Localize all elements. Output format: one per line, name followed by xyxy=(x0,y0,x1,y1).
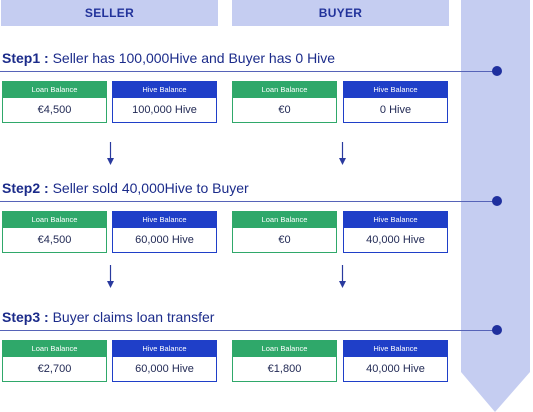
step-marker-dot xyxy=(492,325,502,335)
balance-label: Loan Balance xyxy=(2,340,107,357)
buyer-down-arrow-icon xyxy=(339,142,346,165)
balance-label: Loan Balance xyxy=(232,211,337,228)
seller-loan-balance-card: Loan Balance €4,500 xyxy=(2,211,107,253)
step-text: Buyer claims loan transfer xyxy=(48,309,215,325)
step-text: Seller sold 40,000Hive to Buyer xyxy=(48,180,249,196)
balance-label: Hive Balance xyxy=(343,211,448,228)
buyer-hive-balance-card: Hive Balance 40,000 Hive xyxy=(343,340,448,382)
buyer-hive-balance-card: Hive Balance 40,000 Hive xyxy=(343,211,448,253)
buyer-loan-balance-card: Loan Balance €0 xyxy=(232,211,337,253)
balance-label: Loan Balance xyxy=(232,81,337,98)
buyer-down-arrow-icon xyxy=(339,265,346,288)
balance-value: €0 xyxy=(232,228,337,253)
step-number: Step1 : xyxy=(2,50,49,66)
balance-label: Hive Balance xyxy=(112,211,217,228)
step-divider xyxy=(0,201,497,202)
seller-hive-balance-card: Hive Balance 100,000 Hive xyxy=(112,81,217,123)
balance-label: Loan Balance xyxy=(2,81,107,98)
balance-value: 0 Hive xyxy=(343,98,448,123)
balance-value: €2,700 xyxy=(2,357,107,382)
balance-value: €4,500 xyxy=(2,228,107,253)
balance-value: 100,000 Hive xyxy=(112,98,217,123)
balance-label: Hive Balance xyxy=(343,81,448,98)
balance-label: Loan Balance xyxy=(232,340,337,357)
buyer-header: BUYER xyxy=(232,0,449,26)
balance-value: 40,000 Hive xyxy=(343,228,448,253)
step-marker-dot xyxy=(492,66,502,76)
step-marker-dot xyxy=(492,196,502,206)
seller-down-arrow-icon xyxy=(107,265,114,288)
step-number: Step2 : xyxy=(2,180,49,196)
timeline-arrow xyxy=(461,0,530,412)
balance-value: €0 xyxy=(232,98,337,123)
seller-loan-balance-card: Loan Balance €2,700 xyxy=(2,340,107,382)
balance-value: 60,000 Hive xyxy=(112,228,217,253)
step-number: Step3 : xyxy=(2,309,49,325)
balance-label: Hive Balance xyxy=(112,340,217,357)
seller-down-arrow-icon xyxy=(107,142,114,165)
buyer-loan-balance-card: Loan Balance €0 xyxy=(232,81,337,123)
step-text: Seller has 100,000Hive and Buyer has 0 H… xyxy=(48,50,336,66)
balance-value: 40,000 Hive xyxy=(343,357,448,382)
seller-loan-balance-card: Loan Balance €4,500 xyxy=(2,81,107,123)
seller-hive-balance-card: Hive Balance 60,000 Hive xyxy=(112,340,217,382)
step-divider xyxy=(0,71,497,72)
step-title: Step3 : Buyer claims loan transfer xyxy=(2,309,214,325)
step-title: Step1 : Seller has 100,000Hive and Buyer… xyxy=(2,50,335,66)
balance-value: €4,500 xyxy=(2,98,107,123)
balance-label: Hive Balance xyxy=(112,81,217,98)
step-title: Step2 : Seller sold 40,000Hive to Buyer xyxy=(2,180,249,196)
buyer-loan-balance-card: Loan Balance €1,800 xyxy=(232,340,337,382)
balance-label: Loan Balance xyxy=(2,211,107,228)
balance-value: 60,000 Hive xyxy=(112,357,217,382)
balance-value: €1,800 xyxy=(232,357,337,382)
buyer-hive-balance-card: Hive Balance 0 Hive xyxy=(343,81,448,123)
balance-label: Hive Balance xyxy=(343,340,448,357)
seller-header: SELLER xyxy=(1,0,218,26)
seller-hive-balance-card: Hive Balance 60,000 Hive xyxy=(112,211,217,253)
step-divider xyxy=(0,330,497,331)
